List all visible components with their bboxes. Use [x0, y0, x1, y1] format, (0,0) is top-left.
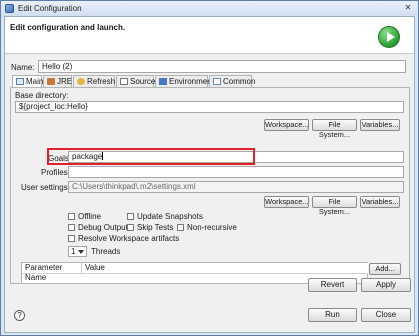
tab-source[interactable]: Source [116, 75, 155, 87]
offline-checkbox[interactable] [68, 213, 75, 220]
workspace-button[interactable]: Workspace... [264, 119, 309, 131]
user-settings-field[interactable]: C:\Users\thinkpad\.m2\settings.xml [68, 181, 404, 193]
tab-jre[interactable]: JRE [43, 75, 72, 87]
base-directory-label: Base directory: [15, 91, 69, 100]
update-snapshots-checkbox[interactable] [127, 213, 134, 220]
user-settings-label: User settings: [21, 183, 70, 192]
skip-tests-checkbox[interactable] [127, 224, 134, 231]
variables-button-2[interactable]: Variables... [360, 196, 400, 208]
run-icon [378, 26, 400, 48]
update-snapshots-label: Update Snapshots [137, 212, 203, 221]
app-icon [5, 4, 14, 13]
profiles-label: Profiles: [41, 168, 70, 177]
title-bar[interactable]: Edit Configuration ✕ [1, 1, 418, 16]
name-field[interactable]: Hello (2) [38, 60, 406, 73]
debug-output-label: Debug Output [78, 223, 128, 232]
tab-common[interactable]: Common [209, 75, 255, 87]
threads-spinner[interactable]: 1 [68, 246, 87, 257]
common-icon [213, 78, 221, 85]
environment-icon [159, 78, 167, 85]
close-button[interactable]: Close [361, 308, 411, 322]
apply-button[interactable]: Apply [361, 278, 411, 292]
offline-label: Offline [78, 212, 101, 221]
tab-refresh[interactable]: Refresh [73, 75, 115, 87]
resolve-workspace-label: Resolve Workspace artifacts [78, 234, 180, 243]
edit-configuration-window: Edit Configuration ✕ Edit configuration … [0, 0, 419, 336]
threads-label: Threads [91, 247, 121, 256]
skip-tests-label: Skip Tests [137, 223, 174, 232]
add-parameter-button[interactable]: Add... [369, 263, 401, 275]
dialog-body: Edit configuration and launch. Name: Hel… [4, 16, 415, 333]
source-icon [120, 78, 128, 85]
dialog-header: Edit configuration and launch. [5, 17, 414, 54]
revert-button[interactable]: Revert [308, 278, 357, 292]
non-recursive-label: Non-recursive [187, 223, 237, 232]
window-close-button[interactable]: ✕ [402, 3, 414, 13]
base-directory-field[interactable]: ${project_loc:Hello} [15, 101, 404, 113]
help-icon[interactable]: ? [14, 310, 25, 321]
goals-highlight-box [47, 148, 255, 165]
dialog-header-title: Edit configuration and launch. [10, 23, 126, 32]
window-title: Edit Configuration [18, 4, 82, 13]
refresh-icon [77, 78, 85, 85]
threads-value: 1 [71, 247, 76, 256]
debug-output-checkbox[interactable] [68, 224, 75, 231]
resolve-workspace-checkbox[interactable] [68, 235, 75, 242]
main-tab-panel: Base directory: ${project_loc:Hello} Wor… [10, 87, 410, 284]
value-column-header[interactable]: Value [82, 263, 368, 274]
variables-button[interactable]: Variables... [360, 119, 400, 131]
profiles-field[interactable] [68, 166, 404, 178]
run-button[interactable]: Run [308, 308, 357, 322]
non-recursive-checkbox[interactable] [177, 224, 184, 231]
file-system-button[interactable]: File System... [312, 119, 357, 139]
file-system-button-2[interactable]: File System... [312, 196, 357, 216]
chevron-down-icon[interactable] [78, 250, 84, 254]
tab-environment[interactable]: Environment [155, 75, 214, 87]
workspace-button-2[interactable]: Workspace... [264, 196, 309, 208]
jre-icon [47, 78, 55, 85]
name-label: Name: [11, 63, 35, 72]
parameter-name-column-header[interactable]: Parameter Name [22, 263, 82, 282]
main-tab-icon [16, 78, 24, 85]
